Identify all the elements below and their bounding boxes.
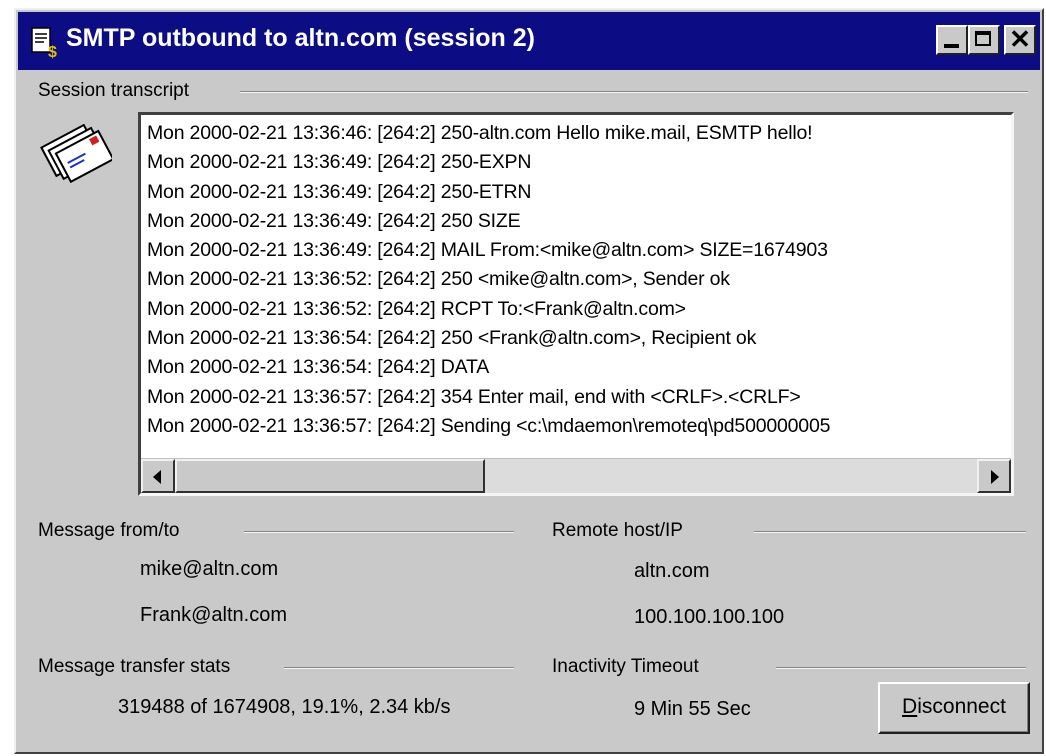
session-transcript-divider [240,91,1028,93]
transfer-stats-divider [284,667,514,669]
disconnect-label: isconnect [917,695,1006,718]
message-to-value: Frank@altn.com [140,604,288,626]
inactivity-timeout-label: Inactivity Timeout [552,656,699,677]
svg-text:$: $ [48,44,57,59]
transcript-line: Mon 2000-02-21 13:36:49: [264:2] 250 SIZ… [147,209,521,232]
transfer-stats-value: 319488 of 1674908, 19.1%, 2.34 kb/s [118,696,451,718]
horizontal-scrollbar[interactable] [141,458,1011,493]
disconnect-button[interactable]: Disconnect [878,682,1030,734]
minimize-button[interactable] [936,25,968,55]
arrow-right-icon [991,470,999,484]
smtp-session-window: $ SMTP outbound to altn.com (session 2) … [14,8,1044,754]
transfer-stats-label: Message transfer stats [38,656,231,677]
session-transcript-box[interactable]: Mon 2000-02-21 13:36:46: [264:2] 250-alt… [138,112,1014,496]
maximize-icon [975,31,991,46]
transcript-line: Mon 2000-02-21 13:36:54: [264:2] 250 <Fr… [147,327,757,350]
arrow-left-icon [153,470,161,484]
transcript-line: Mon 2000-02-21 13:36:54: [264:2] DATA [147,356,490,379]
transcript-line: Mon 2000-02-21 13:36:52: [264:2] 250 <mi… [147,268,730,291]
transcript-lines: Mon 2000-02-21 13:36:46: [264:2] 250-alt… [147,119,1009,443]
disconnect-mnemonic: D [902,695,918,718]
close-button[interactable]: ✕ [1004,24,1036,55]
inactivity-timeout-divider [776,667,1026,669]
transcript-line: Mon 2000-02-21 13:36:46: [264:2] 250-alt… [147,122,813,144]
transcript-line: Mon 2000-02-21 13:36:49: [264:2] 250-EXP… [147,151,532,174]
remote-ip-value: 100.100.100.100 [634,606,785,628]
maximize-button[interactable] [968,25,1000,55]
message-fromto-label: Message from/to [38,520,180,541]
envelopes-icon [40,123,112,184]
scroll-right-button[interactable] [977,459,1011,493]
inactivity-timeout-value: 9 Min 55 Sec [634,698,751,720]
transcript-line: Mon 2000-02-21 13:36:57: [264:2] Sending… [147,414,831,437]
close-icon: ✕ [1009,24,1031,54]
message-from-value: mike@altn.com [140,558,279,580]
scroll-left-button[interactable] [141,459,175,493]
transcript-line: Mon 2000-02-21 13:36:49: [264:2] 250-ETR… [147,180,532,203]
minimize-icon [944,44,959,48]
transcript-line: Mon 2000-02-21 13:36:57: [264:2] 354 Ent… [147,385,801,408]
transcript-line: Mon 2000-02-21 13:36:49: [264:2] MAIL Fr… [147,239,828,262]
remote-host-label: Remote host/IP [552,520,683,541]
document-s-icon: $ [31,27,57,59]
transcript-line: Mon 2000-02-21 13:36:52: [264:2] RCPT To… [147,297,686,320]
title-bar[interactable]: $ SMTP outbound to altn.com (session 2) … [18,12,1040,70]
window-title: SMTP outbound to altn.com (session 2) [66,24,535,52]
remote-host-value: altn.com [634,560,710,582]
session-transcript-label: Session transcript [38,80,190,101]
remote-host-divider [754,531,1026,533]
scrollbar-thumb[interactable] [175,459,485,493]
message-fromto-divider [244,531,514,533]
